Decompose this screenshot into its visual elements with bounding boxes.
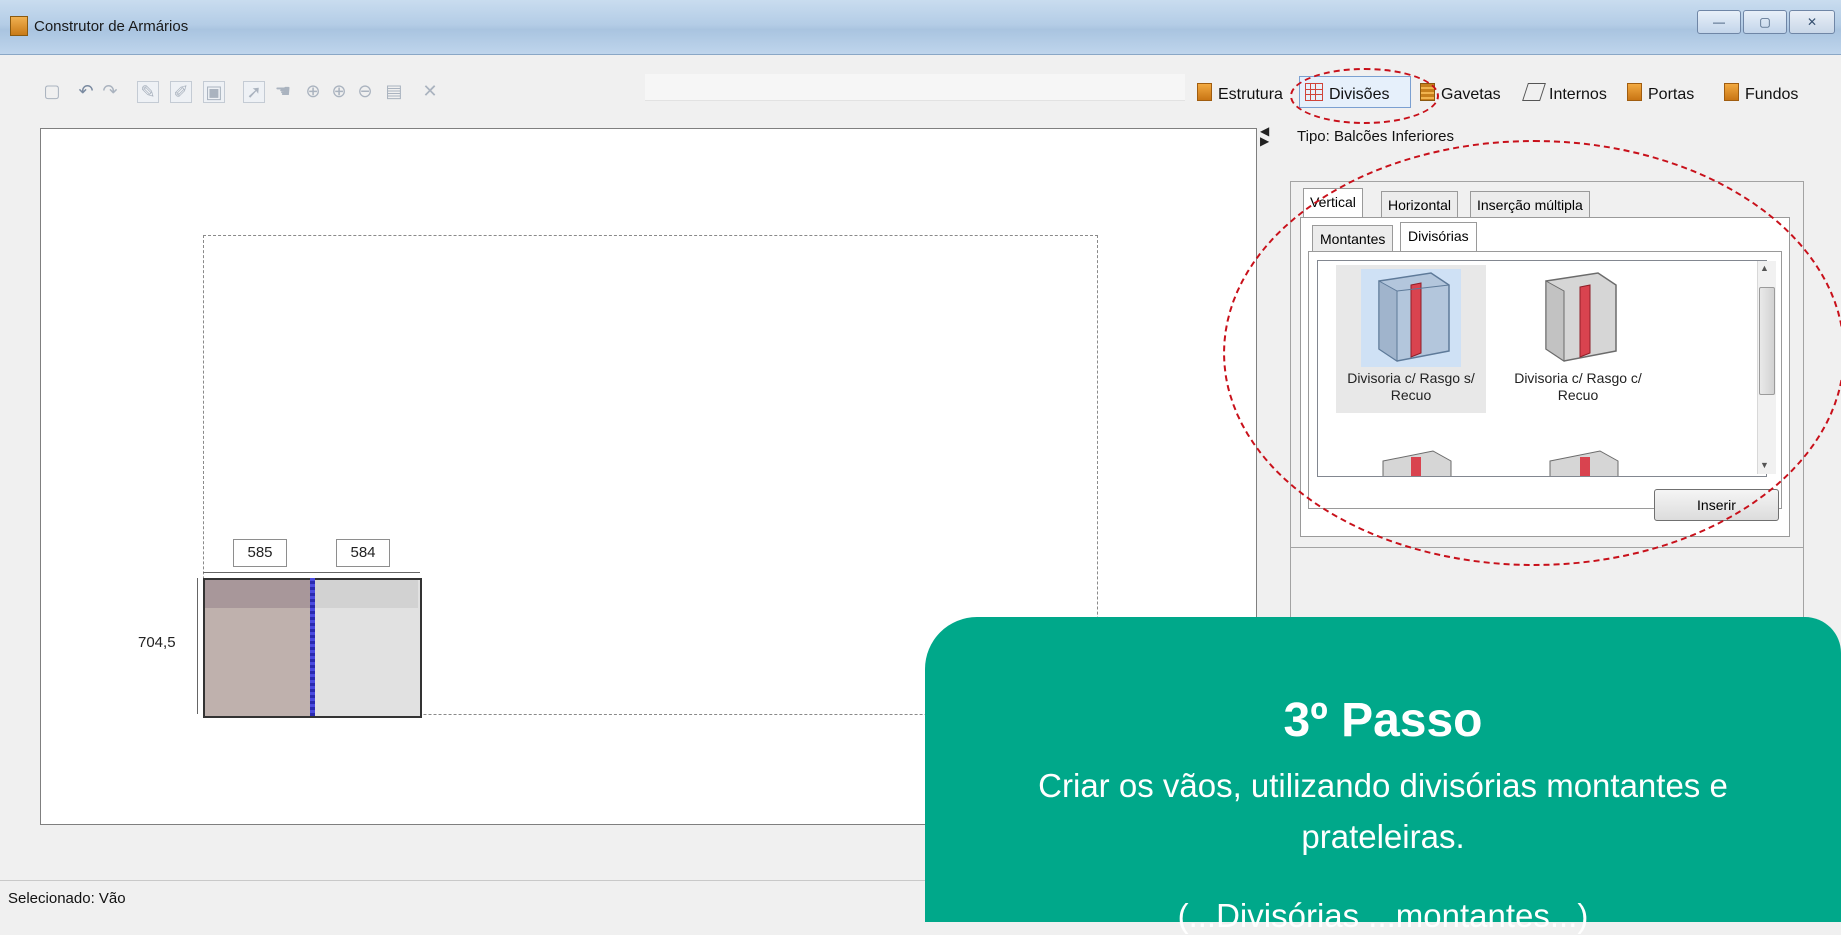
selected-divider[interactable] bbox=[310, 578, 315, 716]
card-title: 3º Passo bbox=[1283, 694, 1483, 747]
zoom-region-icon[interactable]: ⊕ bbox=[303, 81, 323, 101]
pointer-icon[interactable]: ➚ bbox=[243, 81, 265, 103]
toolbar-blank-area bbox=[645, 74, 1185, 101]
tab-estrutura[interactable]: Estrutura bbox=[1197, 83, 1283, 104]
new-icon[interactable]: ▢ bbox=[42, 81, 62, 101]
redo-icon[interactable]: ↷ bbox=[100, 81, 120, 101]
undo-icon[interactable]: ↶ bbox=[76, 81, 96, 101]
maximize-button[interactable]: ▢ bbox=[1743, 10, 1787, 34]
app-icon bbox=[10, 16, 28, 36]
hand-icon[interactable]: ☚ bbox=[273, 81, 293, 101]
close-button[interactable]: ✕ bbox=[1789, 10, 1835, 34]
width-dimension-right[interactable]: 584 bbox=[336, 539, 390, 567]
height-dimension: 704,5 bbox=[138, 634, 176, 651]
cabinet-right-top bbox=[313, 580, 418, 608]
tab-portas[interactable]: Portas bbox=[1627, 83, 1694, 104]
edit-icon[interactable]: ✐ bbox=[170, 81, 192, 103]
cabinet-left-top bbox=[205, 580, 313, 608]
dimension-line-top bbox=[203, 572, 420, 573]
title-bar bbox=[0, 0, 1841, 55]
pencil-icon[interactable]: ✎ bbox=[137, 81, 159, 103]
delete-icon[interactable]: ✕ bbox=[420, 81, 440, 101]
card-cut-text: (...Divisórias ...montantes...) bbox=[1177, 897, 1589, 934]
frame-icon[interactable]: ▣ bbox=[203, 81, 225, 103]
zoom-out-icon[interactable]: ⊖ bbox=[355, 81, 375, 101]
card-text: Criar os vãos, utilizando divisórias mon… bbox=[1038, 767, 1728, 855]
dimension-line-left bbox=[197, 578, 198, 714]
divisoes-highlight-ellipse bbox=[1290, 68, 1439, 124]
zoom-in-icon[interactable]: ⊕ bbox=[329, 81, 349, 101]
window-title: Construtor de Armários bbox=[34, 18, 189, 35]
tab-internos[interactable]: Internos bbox=[1522, 83, 1607, 104]
panel-collapse-arrows[interactable]: ◀ ▶ bbox=[1260, 125, 1269, 147]
panel-highlight-ellipse bbox=[1223, 140, 1841, 566]
instruction-card: 3º Passo Criar os vãos, utilizando divis… bbox=[925, 617, 1841, 934]
window-icon[interactable]: ▤ bbox=[384, 81, 404, 101]
status-text: Selecionado: Vão bbox=[8, 890, 126, 907]
wood-panel-icon bbox=[1197, 83, 1212, 101]
door-icon bbox=[1627, 83, 1642, 101]
minimize-button[interactable]: — bbox=[1697, 10, 1741, 34]
tipo-label: Tipo: Balcões Inferiores bbox=[1297, 128, 1455, 145]
width-dimension-left[interactable]: 585 bbox=[233, 539, 287, 567]
back-panel-icon bbox=[1724, 83, 1739, 101]
tab-fundos[interactable]: Fundos bbox=[1724, 83, 1798, 104]
internal-icon bbox=[1522, 83, 1546, 101]
